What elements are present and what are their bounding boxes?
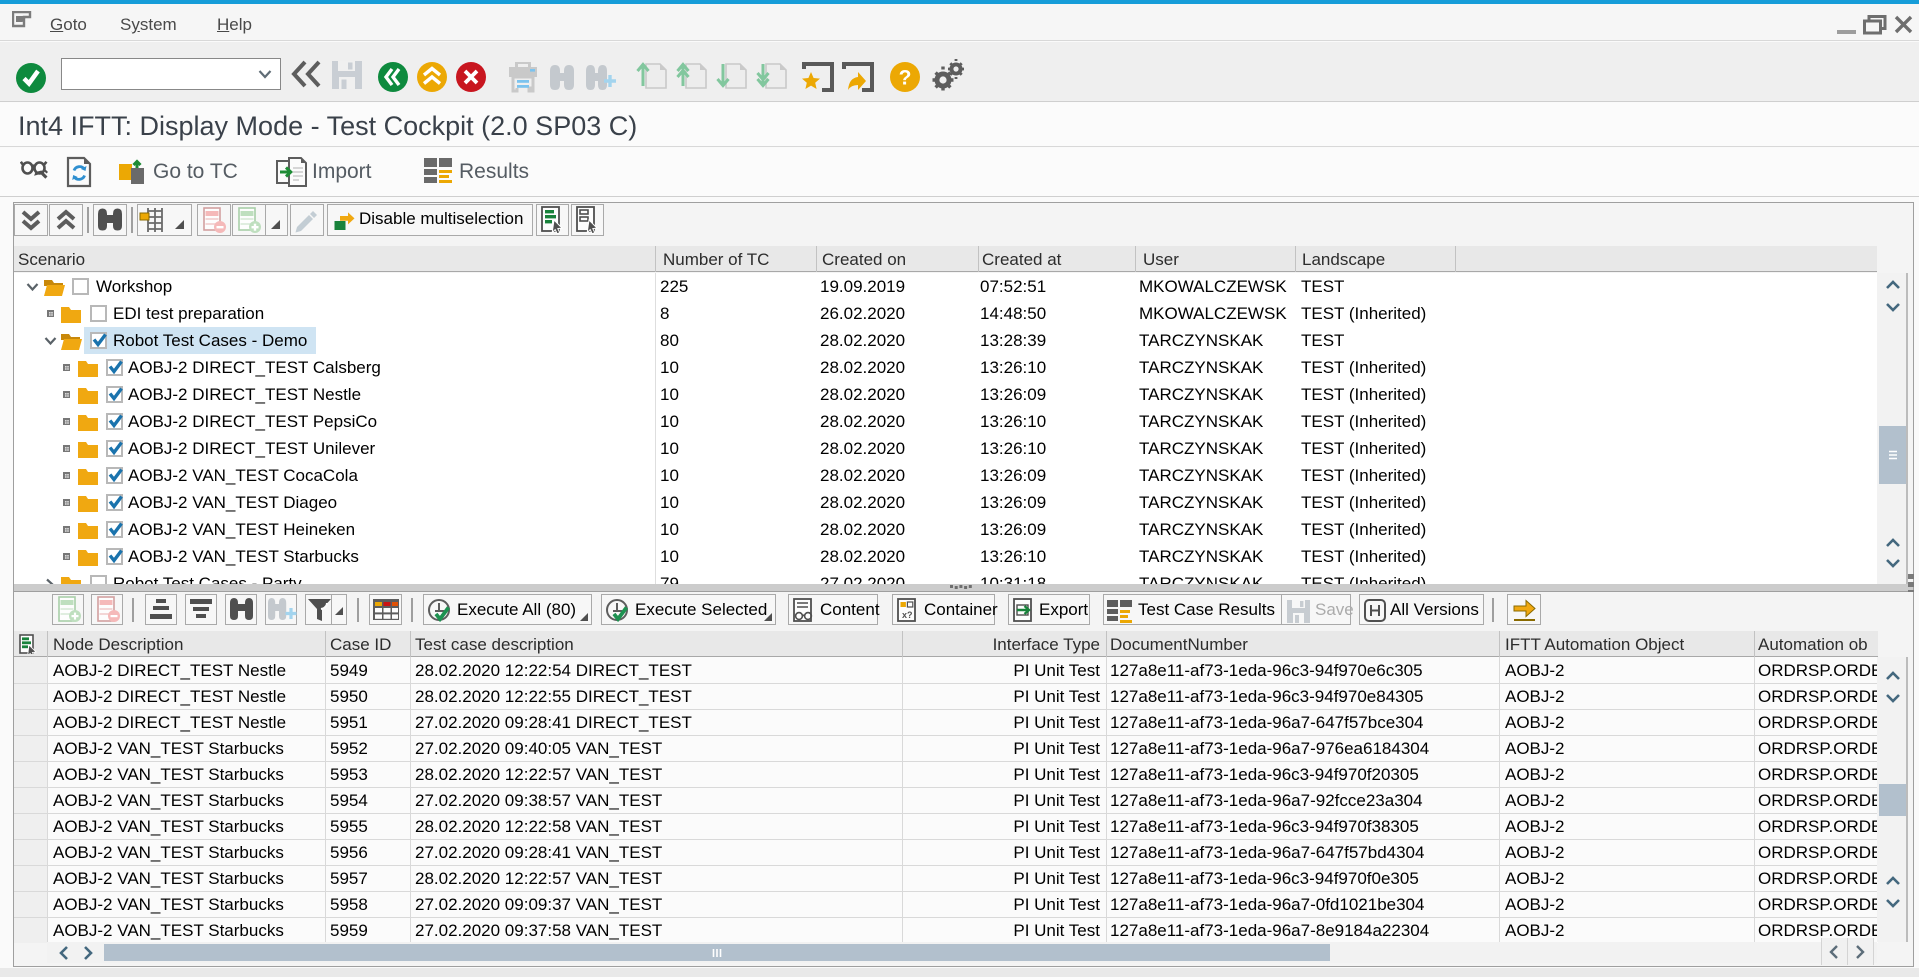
svg-text:x?: x? xyxy=(902,610,913,620)
svg-text:?: ? xyxy=(899,67,912,90)
